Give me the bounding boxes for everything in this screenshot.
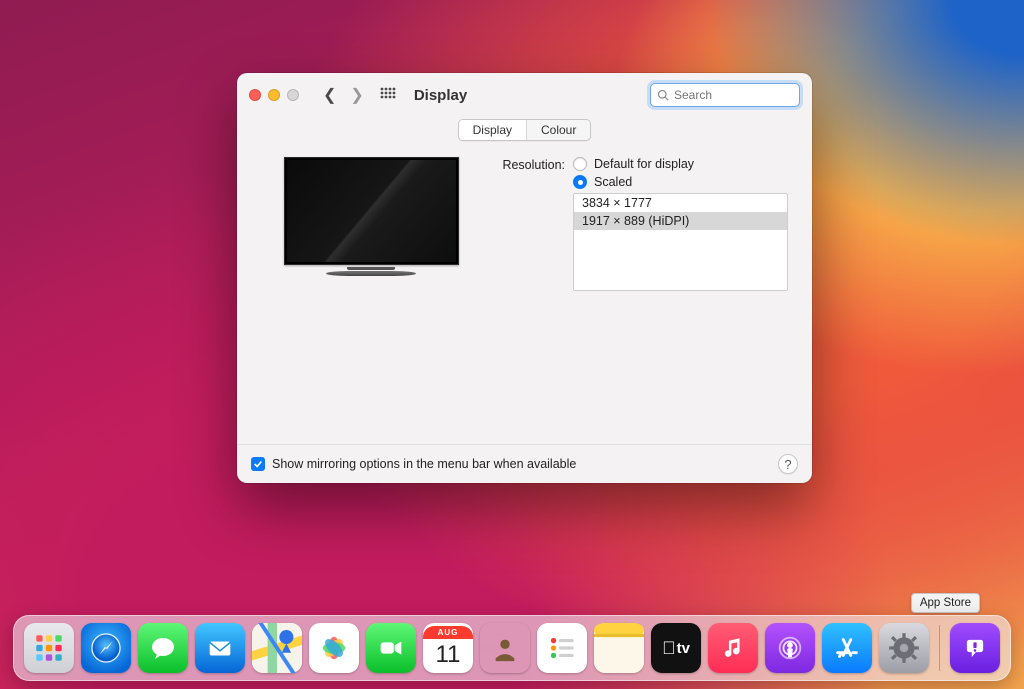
dock-app-messages[interactable] [138, 623, 188, 673]
podcasts-icon [775, 633, 805, 663]
dock-separator [939, 625, 940, 671]
reminders-icon [545, 631, 579, 665]
option-scaled-label: Scaled [594, 175, 632, 189]
feedback-icon [962, 635, 988, 661]
grid-icon [380, 87, 396, 103]
dock-app-reminders[interactable] [537, 623, 587, 673]
dock-app-music[interactable] [708, 623, 758, 673]
search-input[interactable] [674, 88, 793, 102]
display-preview [277, 157, 465, 307]
content-area: Resolution: Default for display Scaled 3… [237, 151, 812, 444]
dock-app-maps[interactable] [252, 623, 302, 673]
window-footer: Show mirroring options in the menu bar w… [237, 444, 812, 483]
dock-app-system-preferences[interactable] [879, 623, 929, 673]
zoom-button[interactable] [287, 89, 299, 101]
dock-app-appstore[interactable] [822, 623, 872, 673]
display-preferences-window: ❮ ❯ Display Display [237, 73, 812, 483]
contacts-icon [490, 633, 520, 663]
close-button[interactable] [249, 89, 261, 101]
music-icon [720, 635, 746, 661]
display-preview-screen [284, 157, 459, 265]
minimize-button[interactable] [268, 89, 280, 101]
dock-app-facetime[interactable] [366, 623, 416, 673]
mail-icon [205, 633, 235, 663]
tv-icon: tv [662, 638, 690, 659]
launchpad-icon [32, 631, 66, 665]
calendar-day: 11 [436, 639, 461, 671]
dock-tooltip: App Store [911, 593, 980, 613]
resolution-label: Resolution: [495, 157, 573, 172]
show-all-button[interactable] [380, 87, 396, 103]
dock-app-photos[interactable] [309, 623, 359, 673]
resolution-settings: Resolution: Default for display Scaled 3… [495, 157, 788, 444]
resolution-list[interactable]: 3834 × 1777 1917 × 889 (HiDPI) [573, 193, 788, 291]
tabs: Display Colour [237, 117, 812, 151]
search-icon [657, 89, 669, 101]
window-controls [249, 89, 305, 101]
gear-icon [887, 631, 921, 665]
dock-region: AUG 11 tv [0, 615, 1024, 689]
maps-icon [252, 623, 302, 673]
nav-arrows: ❮ ❯ [323, 85, 364, 105]
radio-default[interactable] [573, 157, 587, 171]
tab-colour[interactable]: Colour [526, 120, 590, 140]
radio-scaled[interactable] [573, 175, 587, 189]
dock-app-mail[interactable] [195, 623, 245, 673]
help-button[interactable]: ? [778, 454, 798, 474]
dock-app-notes[interactable] [594, 623, 644, 673]
desktop: ❮ ❯ Display Display [0, 0, 1024, 689]
dock-app-launchpad[interactable] [24, 623, 74, 673]
mirroring-label: Show mirroring options in the menu bar w… [272, 457, 576, 471]
dock-app-safari[interactable] [81, 623, 131, 673]
photos-icon [316, 630, 352, 666]
titlebar: ❮ ❯ Display [237, 73, 812, 117]
tab-display[interactable]: Display [459, 120, 526, 140]
window-title: Display [414, 87, 467, 104]
dock-app-calendar[interactable]: AUG 11 [423, 623, 473, 673]
calendar-month: AUG [423, 626, 473, 639]
check-icon [253, 459, 263, 469]
back-button[interactable]: ❮ [323, 85, 336, 105]
mirroring-checkbox[interactable] [251, 457, 265, 471]
dock-app-tv[interactable]: tv [651, 623, 701, 673]
facetime-icon [376, 633, 406, 663]
dock-app-contacts[interactable] [480, 623, 530, 673]
option-scaled[interactable]: Scaled [573, 175, 788, 189]
option-default-for-display[interactable]: Default for display [573, 157, 788, 171]
forward-button[interactable]: ❯ [350, 85, 363, 105]
dock: AUG 11 tv [13, 615, 1011, 681]
resolution-item[interactable]: 1917 × 889 (HiDPI) [574, 212, 787, 230]
resolution-item[interactable]: 3834 × 1777 [574, 194, 787, 212]
option-default-label: Default for display [594, 157, 694, 171]
dock-app-podcasts[interactable] [765, 623, 815, 673]
search-field[interactable] [650, 83, 800, 107]
appstore-icon [832, 633, 862, 663]
dock-app-feedback[interactable] [950, 623, 1000, 673]
safari-icon [88, 630, 124, 666]
notes-icon [594, 623, 644, 673]
messages-icon [147, 632, 179, 664]
